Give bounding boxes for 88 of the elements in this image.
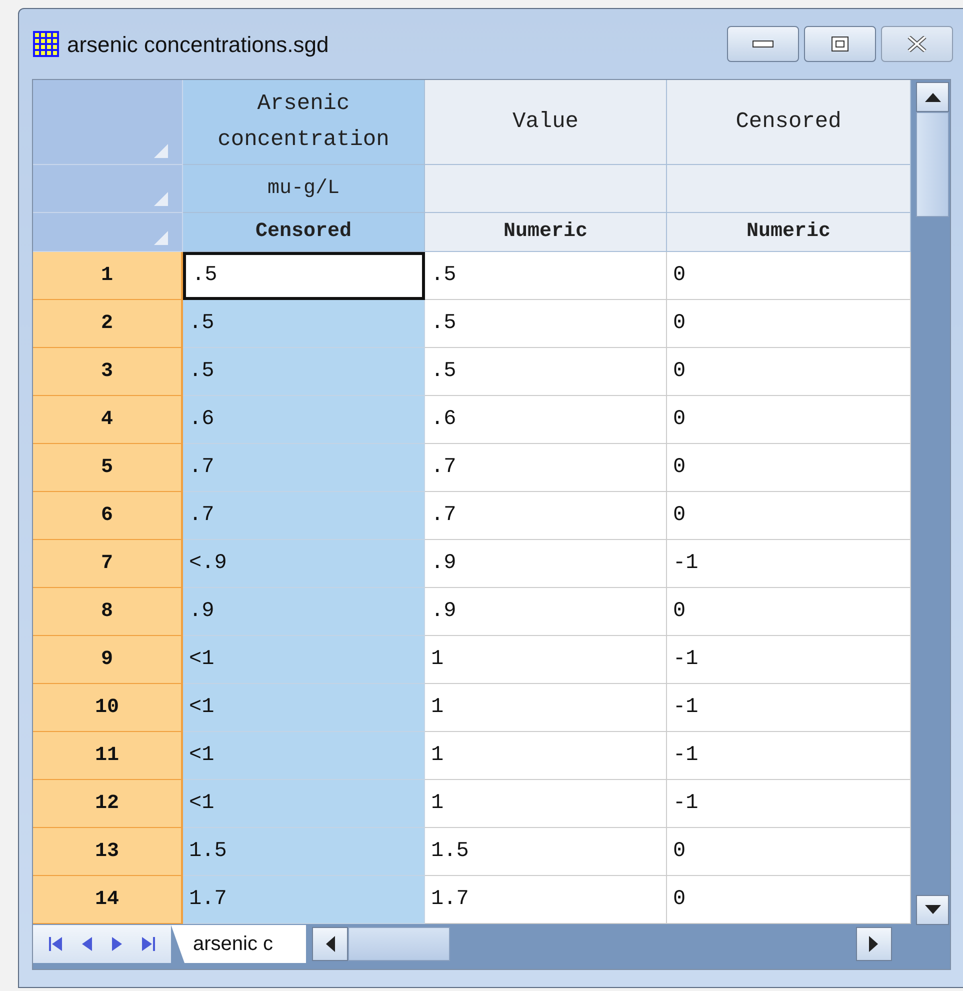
- table-cell[interactable]: 0: [667, 300, 911, 348]
- table-cell[interactable]: <1: [183, 780, 425, 828]
- table-cell[interactable]: .5: [425, 348, 667, 396]
- table-cell[interactable]: 1: [425, 684, 667, 732]
- table-cell[interactable]: .7: [183, 444, 425, 492]
- scroll-thumb[interactable]: [348, 927, 450, 961]
- row-header[interactable]: 6: [33, 492, 183, 540]
- column-header[interactable]: Arsenic concentration: [183, 80, 425, 165]
- unit-cell: mu-g/L: [183, 165, 425, 213]
- table-cell[interactable]: .6: [183, 396, 425, 444]
- table-cell[interactable]: 1: [425, 732, 667, 780]
- row-header[interactable]: 13: [33, 828, 183, 876]
- table-cell[interactable]: .5: [425, 300, 667, 348]
- table-cell[interactable]: .7: [425, 444, 667, 492]
- up-arrow-icon: [924, 92, 940, 102]
- type-cell: Censored: [183, 213, 425, 252]
- next-sheet-icon[interactable]: [112, 936, 122, 952]
- table-cell[interactable]: <1: [183, 732, 425, 780]
- window-title: arsenic concentrations.sgd: [67, 30, 329, 59]
- previous-sheet-icon[interactable]: [82, 936, 92, 952]
- row-header[interactable]: 9: [33, 636, 183, 684]
- row-header[interactable]: 2: [33, 300, 183, 348]
- table-cell[interactable]: .5: [183, 348, 425, 396]
- grid-icon: [33, 31, 59, 57]
- horizontal-scrollbar[interactable]: [312, 927, 892, 961]
- scroll-thumb[interactable]: [916, 112, 949, 217]
- table-cell[interactable]: .5: [183, 300, 425, 348]
- table-cell[interactable]: -1: [667, 636, 911, 684]
- table-cell[interactable]: 0: [667, 348, 911, 396]
- table-cell[interactable]: 0: [667, 876, 911, 924]
- table-cell[interactable]: <.9: [183, 540, 425, 588]
- close-button[interactable]: [881, 26, 953, 62]
- table-cell[interactable]: -1: [667, 732, 911, 780]
- table-cell[interactable]: 1: [425, 636, 667, 684]
- row-header[interactable]: 7: [33, 540, 183, 588]
- row-header[interactable]: 12: [33, 780, 183, 828]
- table-cell[interactable]: 1: [425, 780, 667, 828]
- table-cell[interactable]: 1.5: [183, 828, 425, 876]
- table-cell[interactable]: 0: [667, 828, 911, 876]
- close-icon: [906, 36, 928, 52]
- table-cell[interactable]: .7: [183, 492, 425, 540]
- table-cell[interactable]: <1: [183, 684, 425, 732]
- restore-icon: [831, 36, 849, 52]
- table-cell[interactable]: 0: [667, 396, 911, 444]
- type-cell: Numeric: [425, 213, 667, 252]
- type-cell: Numeric: [667, 213, 911, 252]
- row-header[interactable]: 5: [33, 444, 183, 492]
- table-cell[interactable]: <1: [183, 636, 425, 684]
- table-cell[interactable]: -1: [667, 540, 911, 588]
- table-cell[interactable]: .5: [425, 252, 667, 300]
- table-cell[interactable]: 0: [667, 444, 911, 492]
- sheet-tab[interactable]: arsenic c: [171, 925, 306, 963]
- row-header[interactable]: 4: [33, 396, 183, 444]
- down-arrow-icon: [924, 905, 940, 915]
- column-header[interactable]: Censored: [667, 80, 911, 165]
- corner-triangle-icon: [154, 231, 168, 245]
- table-cell[interactable]: 1.7: [183, 876, 425, 924]
- first-sheet-icon[interactable]: [48, 936, 63, 952]
- row-header[interactable]: 1: [33, 252, 183, 300]
- table-cell[interactable]: .9: [183, 588, 425, 636]
- sheet-navigation[interactable]: [33, 925, 171, 963]
- column-header[interactable]: Value: [425, 80, 667, 165]
- last-sheet-icon[interactable]: [141, 936, 156, 952]
- corner-triangle-icon: [154, 144, 168, 158]
- maximize-button[interactable]: [804, 26, 876, 62]
- minimize-icon: [752, 40, 774, 48]
- table-cell[interactable]: -1: [667, 780, 911, 828]
- row-header[interactable]: 11: [33, 732, 183, 780]
- table-cell[interactable]: .7: [425, 492, 667, 540]
- corner-triangle-icon: [154, 192, 168, 206]
- table-cell[interactable]: 0: [667, 588, 911, 636]
- minimize-button[interactable]: [727, 26, 799, 62]
- table-cell[interactable]: .6: [425, 396, 667, 444]
- row-header[interactable]: 3: [33, 348, 183, 396]
- table-cell[interactable]: .9: [425, 540, 667, 588]
- row-header[interactable]: 10: [33, 684, 183, 732]
- row-header[interactable]: 14: [33, 876, 183, 924]
- row-header[interactable]: 8: [33, 588, 183, 636]
- table-cell[interactable]: 0: [667, 492, 911, 540]
- right-arrow-icon: [869, 936, 879, 952]
- vertical-scrollbar[interactable]: [915, 80, 950, 925]
- table-cell[interactable]: 1.7: [425, 876, 667, 924]
- table-cell[interactable]: -1: [667, 684, 911, 732]
- table-cell[interactable]: .9: [425, 588, 667, 636]
- table-cell[interactable]: .5: [183, 252, 425, 300]
- table-cell[interactable]: 0: [667, 252, 911, 300]
- table-cell[interactable]: 1.5: [425, 828, 667, 876]
- left-arrow-icon: [325, 936, 335, 952]
